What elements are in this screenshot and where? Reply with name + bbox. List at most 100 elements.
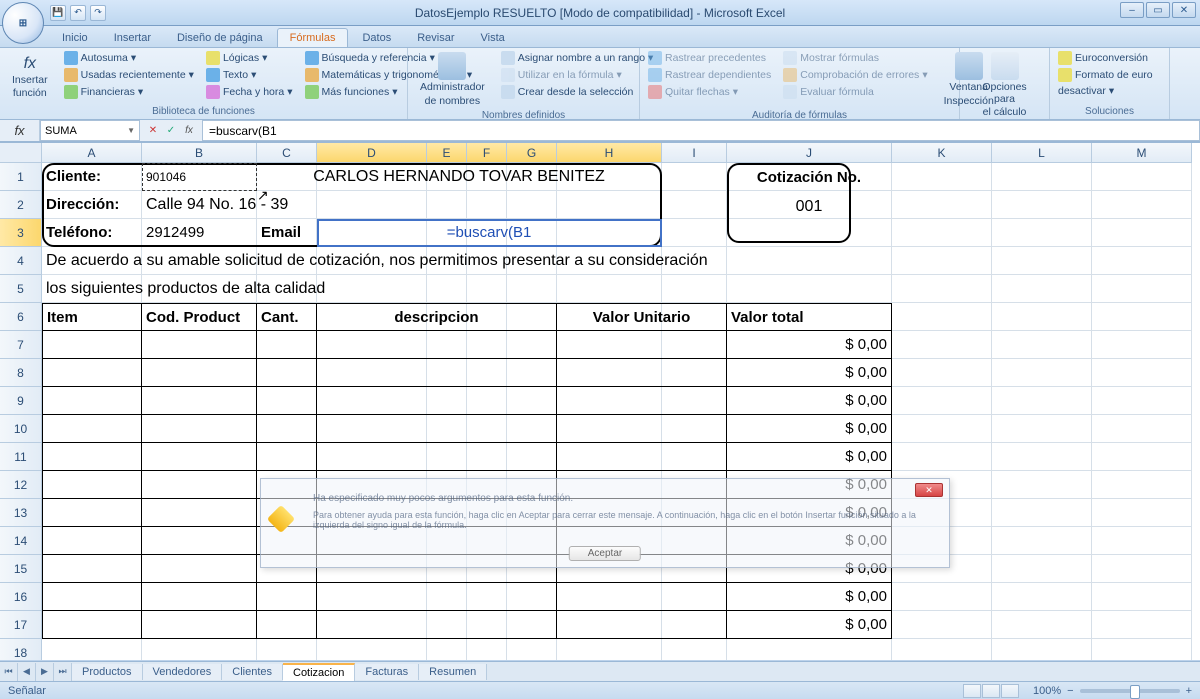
- cell-C7[interactable]: [257, 331, 317, 359]
- row-header-1[interactable]: 1: [0, 163, 42, 191]
- cell-A11[interactable]: [42, 443, 142, 471]
- cell-M16[interactable]: [1092, 583, 1192, 611]
- cell-A7[interactable]: [42, 331, 142, 359]
- cell-L14[interactable]: [992, 527, 1092, 555]
- cell-A10[interactable]: [42, 415, 142, 443]
- sheet-tab-facturas[interactable]: Facturas: [355, 664, 419, 680]
- cell-D11[interactable]: [317, 443, 557, 471]
- cell-M1[interactable]: [1092, 163, 1192, 191]
- cell-I1[interactable]: [662, 163, 727, 191]
- cell-A8[interactable]: [42, 359, 142, 387]
- minimize-button[interactable]: –: [1120, 2, 1144, 18]
- cell-M18[interactable]: [1092, 639, 1192, 660]
- remove-arrows-button[interactable]: Quitar flechas ▾: [646, 84, 773, 100]
- cell-L2[interactable]: [992, 191, 1092, 219]
- tab-nav-first-icon[interactable]: ⏮: [0, 663, 18, 681]
- cell-E18[interactable]: [427, 639, 467, 660]
- cell-A9[interactable]: [42, 387, 142, 415]
- cell-K1[interactable]: [892, 163, 992, 191]
- sheet-tab-clientes[interactable]: Clientes: [222, 664, 283, 680]
- cell-D8[interactable]: [317, 359, 557, 387]
- enter-formula-icon[interactable]: ✓: [164, 124, 178, 138]
- cell-C8[interactable]: [257, 359, 317, 387]
- calc-options-button[interactable]: Opciones para el cálculo: [966, 50, 1043, 121]
- cell-B18[interactable]: [142, 639, 257, 660]
- zoom-level[interactable]: 100%: [1033, 685, 1061, 697]
- cell-J18[interactable]: [727, 639, 892, 660]
- cell-G18[interactable]: [507, 639, 557, 660]
- cell-J7[interactable]: $ 0,00: [727, 331, 892, 359]
- cell-K6[interactable]: [892, 303, 992, 331]
- fx-button-icon[interactable]: fx: [182, 124, 196, 138]
- cell-A2[interactable]: Dirección:: [42, 191, 142, 219]
- tab-vista[interactable]: Vista: [469, 29, 517, 47]
- row-header-6[interactable]: 6: [0, 303, 42, 331]
- cell-K3[interactable]: [892, 219, 992, 247]
- cell-L1[interactable]: [992, 163, 1092, 191]
- cell-C18[interactable]: [257, 639, 317, 660]
- row-header-9[interactable]: 9: [0, 387, 42, 415]
- cell-L7[interactable]: [992, 331, 1092, 359]
- col-header-M[interactable]: M: [1092, 143, 1192, 163]
- cell-H18[interactable]: [557, 639, 662, 660]
- cell-D17[interactable]: [317, 611, 557, 639]
- cell-L17[interactable]: [992, 611, 1092, 639]
- cell-K8[interactable]: [892, 359, 992, 387]
- disable-button[interactable]: desactivar ▾: [1056, 84, 1155, 98]
- cell-M13[interactable]: [1092, 499, 1192, 527]
- recent-button[interactable]: Usadas recientemente ▾: [62, 67, 196, 83]
- tab-formulas[interactable]: Fórmulas: [277, 28, 349, 47]
- define-name-button[interactable]: Asignar nombre a un rango ▾: [499, 50, 656, 66]
- row-header-7[interactable]: 7: [0, 331, 42, 359]
- sheet-tab-cotizacion[interactable]: Cotizacion: [283, 663, 355, 681]
- row-header-11[interactable]: 11: [0, 443, 42, 471]
- cell-A18[interactable]: [42, 639, 142, 660]
- restore-button[interactable]: ▭: [1146, 2, 1170, 18]
- dialog-accept-button[interactable]: Aceptar: [569, 546, 641, 561]
- worksheet[interactable]: ABCDEFGHIJKLM 12345678910111213141516171…: [0, 142, 1200, 660]
- zoom-slider[interactable]: [1080, 689, 1180, 693]
- zoom-in-icon[interactable]: +: [1186, 685, 1192, 697]
- row-header-2[interactable]: 2: [0, 191, 42, 219]
- cell-A5[interactable]: los siguientes productos de alta calidad: [42, 275, 892, 303]
- cell-L4[interactable]: [992, 247, 1092, 275]
- select-all-corner[interactable]: [0, 143, 42, 163]
- cell-A3[interactable]: Teléfono:: [42, 219, 142, 247]
- cell-C9[interactable]: [257, 387, 317, 415]
- cell-A1[interactable]: Cliente:: [42, 163, 142, 191]
- col-header-F[interactable]: F: [467, 143, 507, 163]
- cell-H7[interactable]: [557, 331, 727, 359]
- cell-D7[interactable]: [317, 331, 557, 359]
- tab-datos[interactable]: Datos: [350, 29, 403, 47]
- trace-precedents-button[interactable]: Rastrear precedentes: [646, 50, 773, 66]
- cell-L15[interactable]: [992, 555, 1092, 583]
- cell-L13[interactable]: [992, 499, 1092, 527]
- cell-L10[interactable]: [992, 415, 1092, 443]
- cell-A16[interactable]: [42, 583, 142, 611]
- cell-B13[interactable]: [142, 499, 257, 527]
- col-header-J[interactable]: J: [727, 143, 892, 163]
- cell-L16[interactable]: [992, 583, 1092, 611]
- cell-B17[interactable]: [142, 611, 257, 639]
- cell-L18[interactable]: [992, 639, 1092, 660]
- cell-A15[interactable]: [42, 555, 142, 583]
- cell-M4[interactable]: [1092, 247, 1192, 275]
- tab-nav-prev-icon[interactable]: ◀: [18, 663, 36, 681]
- cell-H16[interactable]: [557, 583, 727, 611]
- cancel-formula-icon[interactable]: ✕: [146, 124, 160, 138]
- cell-D16[interactable]: [317, 583, 557, 611]
- logical-button[interactable]: Lógicas ▾: [204, 50, 295, 66]
- view-layout-icon[interactable]: [982, 684, 1000, 698]
- error-check-button[interactable]: Comprobación de errores ▾: [781, 67, 929, 83]
- cell-A12[interactable]: [42, 471, 142, 499]
- cell-B14[interactable]: [142, 527, 257, 555]
- insert-function-button[interactable]: fx Insertar función: [6, 50, 54, 105]
- show-formulas-button[interactable]: Mostrar fórmulas: [781, 50, 929, 66]
- tab-diseno[interactable]: Diseño de página: [165, 29, 275, 47]
- cell-K2[interactable]: [892, 191, 992, 219]
- tab-nav-last-icon[interactable]: ⏭: [54, 663, 72, 681]
- cell-M2[interactable]: [1092, 191, 1192, 219]
- cell-B2[interactable]: Calle 94 No. 16 - 39: [142, 191, 662, 219]
- cell-J10[interactable]: $ 0,00: [727, 415, 892, 443]
- cell-D6[interactable]: descripcion: [317, 303, 557, 331]
